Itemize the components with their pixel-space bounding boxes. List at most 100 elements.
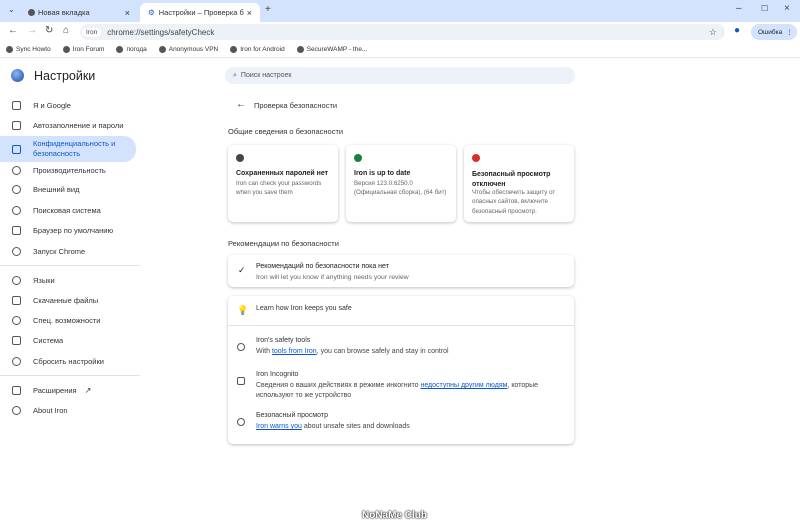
sidebar-item-autofill[interactable]: Автозаполнение и пароли: [0, 115, 140, 135]
card-safe-browsing[interactable]: Безопасный просмотр отключен Чтобы обесп…: [464, 145, 574, 222]
puzzle-icon: [12, 385, 21, 395]
card-passwords[interactable]: Сохраненных паролей нет Iron can check y…: [228, 145, 338, 222]
reload-icon[interactable]: ↻: [45, 25, 53, 36]
tab-label: Новая вкладка: [38, 8, 90, 17]
card-title: Iron is up to date: [354, 170, 411, 177]
check-circle-icon: [354, 154, 362, 162]
recommendations-heading: Рекомендации по безопасности: [228, 239, 339, 248]
bookmark[interactable]: Iron Forum: [62, 46, 104, 53]
menu-icon[interactable]: ⋮: [786, 28, 793, 36]
back-arrow-icon[interactable]: ←: [236, 99, 246, 110]
item-title: Iron's safety tools: [256, 337, 311, 344]
url-text[interactable]: chrome://settings/safetyCheck: [107, 28, 214, 37]
address-bar[interactable]: Iron chrome://settings/safetyCheck ☆: [80, 24, 725, 40]
globe-icon: [158, 46, 166, 53]
back-icon[interactable]: ←: [8, 25, 18, 36]
sidebar-item-label: Скачанные файлы: [33, 295, 99, 305]
card-title: Безопасный просмотр отключен: [472, 171, 551, 188]
speedometer-icon: [12, 165, 21, 175]
new-tab-icon[interactable]: +: [265, 4, 271, 15]
bookmark[interactable]: Anonymous VPN: [158, 46, 219, 53]
globe-icon: [62, 46, 70, 53]
sidebar-item-performance[interactable]: Производительность: [0, 160, 140, 180]
sidebar-item-privacy[interactable]: Конфиденциальность и безопасность: [0, 136, 136, 162]
bookmark[interactable]: Iron for Android: [230, 46, 285, 53]
sidebar-item-label: Браузер по умолчанию: [33, 225, 114, 235]
forward-icon[interactable]: →: [27, 25, 37, 36]
bookmark-label: Anonymous VPN: [168, 46, 219, 53]
home-icon[interactable]: ⌂: [63, 25, 69, 36]
tab-search-chevron-icon[interactable]: ⌄: [8, 5, 15, 14]
tools-link[interactable]: tools from Iron: [272, 348, 317, 355]
learn-item: Iron's safety tools With tools from Iron…: [228, 337, 574, 357]
error-icon: [472, 154, 480, 162]
sidebar-item-on-startup[interactable]: Запуск Chrome: [0, 241, 140, 261]
close-window-icon[interactable]: ×: [784, 3, 790, 14]
sidebar-item-about[interactable]: About Iron: [0, 400, 140, 420]
globe-icon: [28, 9, 35, 16]
item-text: Сведения о ваших действиях в режиме инко…: [256, 382, 421, 389]
item-title: Безопасный просмотр: [256, 412, 329, 419]
search-input[interactable]: ⌕ Поиск настроек: [225, 67, 575, 84]
sidebar-item-label: Система: [33, 335, 64, 345]
profile-error-button[interactable]: Ошибка ⋮: [751, 24, 797, 40]
star-icon[interactable]: ☆: [709, 27, 717, 38]
download-icon: [12, 295, 21, 305]
watermark: NoNaMe Club: [362, 510, 427, 521]
sidebar-item-label: Запуск Chrome: [33, 246, 86, 256]
item-title: Iron Incognito: [256, 371, 299, 378]
site-info-chip[interactable]: Iron: [82, 27, 102, 37]
learn-item: Безопасный просмотр Iron warns you about…: [228, 412, 574, 432]
tab-new-tab[interactable]: Новая вкладка ×: [20, 3, 138, 22]
sidebar-item-accessibility[interactable]: Спец. возможности: [0, 310, 140, 330]
bookmark[interactable]: SecureWAMP - the...: [296, 46, 367, 53]
sidebar-item-label: Конфиденциальность и безопасность: [33, 139, 116, 158]
sidebar-item-languages[interactable]: Языки: [0, 270, 140, 290]
profile-icon[interactable]: ●: [734, 25, 740, 36]
search-placeholder: Поиск настроек: [240, 72, 292, 79]
minimize-icon[interactable]: –: [736, 3, 742, 14]
close-tab-icon[interactable]: ×: [125, 8, 130, 18]
card-updates[interactable]: Iron is up to date Версия 123.0.6250.0 (…: [346, 145, 456, 222]
person-icon: [12, 100, 21, 110]
overview-heading: Общие сведения о безопасности: [228, 127, 344, 136]
divider: [228, 325, 574, 326]
page-title: Настройки: [34, 69, 96, 83]
info-icon: [236, 154, 244, 162]
bookmark[interactable]: погода: [116, 46, 147, 53]
sidebar-item-reset[interactable]: Сбросить настройки: [0, 351, 140, 371]
tab-label: Настройки – Проверка безоп: [158, 8, 244, 17]
clipboard-icon: [12, 120, 21, 130]
sidebar-item-you-and-google[interactable]: Я и Google: [0, 95, 140, 115]
external-link-icon: ↗: [84, 385, 92, 395]
globe-icon: [6, 46, 13, 53]
sidebar-item-label: Я и Google: [33, 100, 71, 110]
learn-title: Learn how Iron keeps you safe: [256, 305, 352, 312]
checkmark-icon: ✓: [238, 265, 246, 275]
sidebar-item-downloads[interactable]: Скачанные файлы: [0, 290, 140, 310]
sidebar-item-system[interactable]: Система: [0, 330, 140, 350]
maximize-icon[interactable]: ☐: [761, 4, 768, 13]
tab-settings[interactable]: ⚙Настройки – Проверка безоп×: [140, 3, 260, 22]
sidebar-item-search-engine[interactable]: Поисковая система: [0, 200, 140, 220]
sidebar-item-default-browser[interactable]: Браузер по умолчанию: [0, 220, 140, 240]
card-title: Сохраненных паролей нет: [236, 170, 329, 177]
bookmarks-bar: Sync Howto Iron Forum погода Anonymous V…: [0, 42, 800, 58]
section-title: Проверка безопасности: [254, 101, 338, 110]
shield-icon: [237, 418, 245, 426]
sidebar-item-label: Сбросить настройки: [33, 356, 104, 366]
close-tab-icon[interactable]: ×: [247, 8, 252, 18]
safe-browsing-link[interactable]: Iron warns you: [256, 423, 302, 430]
iron-logo-icon: [11, 69, 24, 82]
sidebar-item-extensions[interactable]: Расширения ↗: [0, 380, 140, 400]
recommendations-card: ✓ Рекомендаций по безопасности пока нет …: [228, 255, 574, 287]
sidebar-item-label: Внешний вид: [33, 184, 80, 194]
rec-desc: Iron will let you know if anything needs…: [256, 274, 409, 281]
incognito-link[interactable]: недоступны другим людям: [420, 382, 507, 389]
bookmark[interactable]: Sync Howto: [6, 46, 51, 53]
browser-icon: [12, 225, 21, 235]
rec-title: Рекомендаций по безопасности пока нет: [256, 263, 389, 270]
learn-header[interactable]: 💡 Learn how Iron keeps you safe: [228, 305, 574, 315]
divider: [0, 265, 140, 266]
sidebar-item-appearance[interactable]: Внешний вид: [0, 179, 140, 199]
